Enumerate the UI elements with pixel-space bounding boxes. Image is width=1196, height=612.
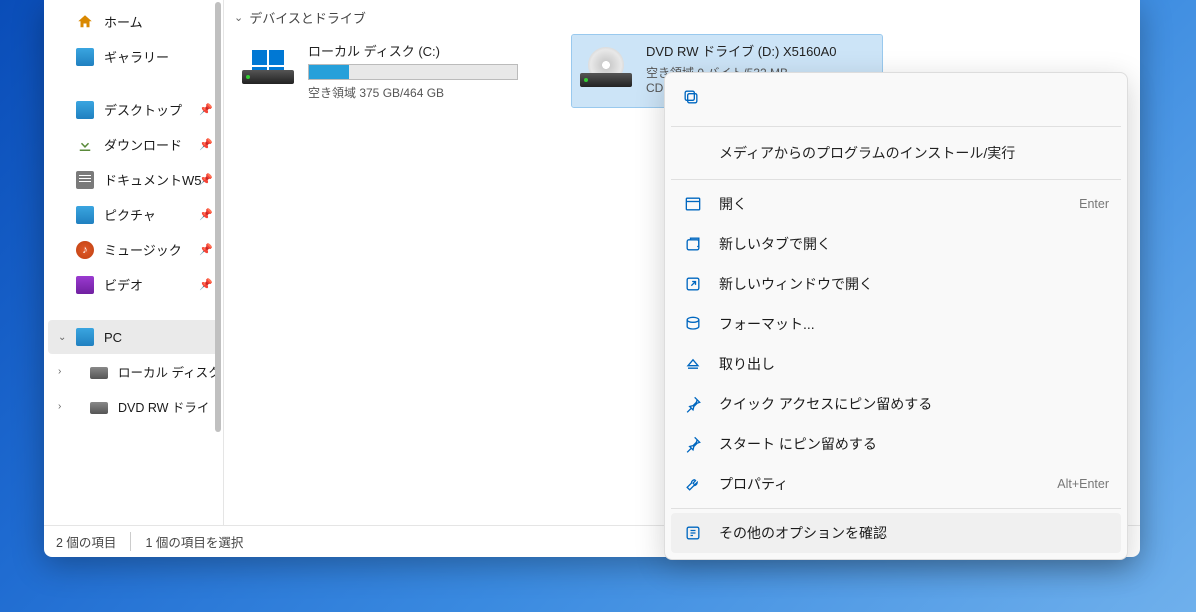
pin-icon: 📌 bbox=[199, 208, 213, 221]
sidebar-label: ローカル ディスク bbox=[118, 362, 221, 381]
drive-usage-fill bbox=[309, 65, 349, 79]
home-icon bbox=[76, 13, 94, 31]
context-menu-pin-start[interactable]: スタート にピン留めする bbox=[671, 424, 1121, 464]
sidebar-label: ドキュメントW5 bbox=[104, 170, 202, 189]
menu-label: メディアからのプログラムのインストール/実行 bbox=[719, 145, 1015, 161]
context-menu-format[interactable]: フォーマット... bbox=[671, 304, 1121, 344]
sidebar-item-dvd-drive[interactable]: › DVD RW ドライ bbox=[44, 389, 223, 424]
drive-icon bbox=[90, 402, 108, 414]
drive-icon bbox=[90, 367, 108, 379]
sidebar-item-home[interactable]: ホーム bbox=[44, 4, 223, 39]
sidebar-item-video[interactable]: ビデオ 📌 bbox=[44, 267, 223, 302]
context-menu-eject[interactable]: 取り出し bbox=[671, 344, 1121, 384]
properties-icon bbox=[683, 474, 703, 494]
pin-icon: 📌 bbox=[199, 138, 213, 151]
pin-icon: 📌 bbox=[199, 103, 213, 116]
sidebar-label: ダウンロード bbox=[104, 135, 182, 154]
menu-label: スタート にピン留めする bbox=[719, 434, 1109, 454]
pin-icon bbox=[683, 394, 703, 414]
drive-d-icon bbox=[580, 41, 632, 93]
chevron-right-icon: › bbox=[58, 401, 61, 412]
drive-info: ローカル ディスク (C:) 空き領域 375 GB/464 GB bbox=[308, 41, 536, 101]
context-menu-quick-actions bbox=[671, 79, 1121, 122]
sidebar-item-local-disk[interactable]: › ローカル ディスク bbox=[44, 354, 223, 389]
pc-icon bbox=[76, 328, 94, 346]
sidebar-item-gallery[interactable]: ギャラリー bbox=[44, 39, 223, 74]
section-header[interactable]: ⌄ デバイスとドライブ bbox=[234, 4, 1130, 35]
menu-label: 新しいタブで開く bbox=[719, 234, 1109, 254]
drive-c[interactable]: ローカル ディスク (C:) 空き領域 375 GB/464 GB bbox=[234, 35, 544, 107]
context-menu-more-options[interactable]: その他のオプションを確認 bbox=[671, 513, 1121, 553]
menu-label: フォーマット... bbox=[719, 314, 1109, 334]
drive-c-icon bbox=[242, 41, 294, 93]
menu-label: 開く bbox=[719, 194, 1063, 214]
pin-icon: 📌 bbox=[199, 173, 213, 186]
drive-name: ローカル ディスク (C:) bbox=[308, 41, 536, 60]
sidebar-item-pictures[interactable]: ピクチャ 📌 bbox=[44, 197, 223, 232]
sidebar-label: デスクトップ bbox=[104, 100, 182, 119]
chevron-down-icon: ⌄ bbox=[58, 332, 66, 343]
context-menu-pin-quick-access[interactable]: クイック アクセスにピン留めする bbox=[671, 384, 1121, 424]
drive-usage-bar bbox=[308, 64, 518, 80]
context-menu-properties[interactable]: プロパティ Alt+Enter bbox=[671, 464, 1121, 504]
chevron-right-icon: › bbox=[58, 366, 61, 377]
context-menu: メディアからのプログラムのインストール/実行 開く Enter 新しいタブで開く… bbox=[664, 72, 1128, 560]
more-options-icon bbox=[683, 523, 703, 543]
pin-icon bbox=[683, 434, 703, 454]
new-window-icon bbox=[683, 274, 703, 294]
context-menu-open[interactable]: 開く Enter bbox=[671, 184, 1121, 224]
context-menu-install-run[interactable]: メディアからのプログラムのインストール/実行 bbox=[671, 131, 1121, 175]
context-menu-open-window[interactable]: 新しいウィンドウで開く bbox=[671, 264, 1121, 304]
menu-accelerator: Alt+Enter bbox=[1057, 477, 1109, 491]
sidebar-label: ギャラリー bbox=[104, 47, 169, 66]
menu-label: 取り出し bbox=[719, 354, 1109, 374]
section-title: デバイスとドライブ bbox=[249, 8, 366, 27]
menu-label: 新しいウィンドウで開く bbox=[719, 274, 1109, 294]
music-icon: ♪ bbox=[76, 241, 94, 259]
open-icon bbox=[683, 194, 703, 214]
format-icon bbox=[683, 314, 703, 334]
copy-icon[interactable] bbox=[681, 87, 701, 107]
menu-label: その他のオプションを確認 bbox=[719, 523, 1109, 543]
sidebar-item-desktop[interactable]: デスクトップ 📌 bbox=[44, 92, 223, 127]
pin-icon: 📌 bbox=[199, 243, 213, 256]
eject-icon bbox=[683, 354, 703, 374]
sidebar-label: ピクチャ bbox=[104, 205, 156, 224]
download-icon bbox=[76, 136, 94, 154]
menu-label: プロパティ bbox=[719, 474, 1041, 494]
chevron-down-icon: ⌄ bbox=[234, 11, 243, 24]
gallery-icon bbox=[76, 48, 94, 66]
drive-free-space: 空き領域 375 GB/464 GB bbox=[308, 84, 536, 101]
sidebar-label: ホーム bbox=[104, 12, 143, 31]
sidebar-label: PC bbox=[104, 330, 122, 345]
new-tab-icon bbox=[683, 234, 703, 254]
desktop-icon bbox=[76, 101, 94, 119]
document-icon bbox=[76, 171, 94, 189]
sidebar: ホーム ギャラリー デスクトップ 📌 ダウンロード 📌 ドキュメントW5 📌 bbox=[44, 0, 224, 525]
context-menu-open-tab[interactable]: 新しいタブで開く bbox=[671, 224, 1121, 264]
status-selected-count: 1 個の項目を選択 bbox=[130, 532, 243, 551]
menu-accelerator: Enter bbox=[1079, 197, 1109, 211]
drive-name: DVD RW ドライブ (D:) X5160A0 bbox=[646, 41, 874, 60]
picture-icon bbox=[76, 206, 94, 224]
sidebar-label: DVD RW ドライ bbox=[118, 397, 209, 416]
status-item-count: 2 個の項目 bbox=[56, 532, 116, 551]
menu-label: クイック アクセスにピン留めする bbox=[719, 394, 1109, 414]
sidebar-item-pc[interactable]: ⌄ PC bbox=[48, 320, 219, 354]
video-icon bbox=[76, 276, 94, 294]
sidebar-label: ビデオ bbox=[104, 275, 143, 294]
sidebar-item-downloads[interactable]: ダウンロード 📌 bbox=[44, 127, 223, 162]
sidebar-label: ミュージック bbox=[104, 240, 182, 259]
sidebar-item-music[interactable]: ♪ ミュージック 📌 bbox=[44, 232, 223, 267]
sidebar-item-documents[interactable]: ドキュメントW5 📌 bbox=[44, 162, 223, 197]
pin-icon: 📌 bbox=[199, 278, 213, 291]
sidebar-scrollbar[interactable] bbox=[215, 2, 221, 432]
